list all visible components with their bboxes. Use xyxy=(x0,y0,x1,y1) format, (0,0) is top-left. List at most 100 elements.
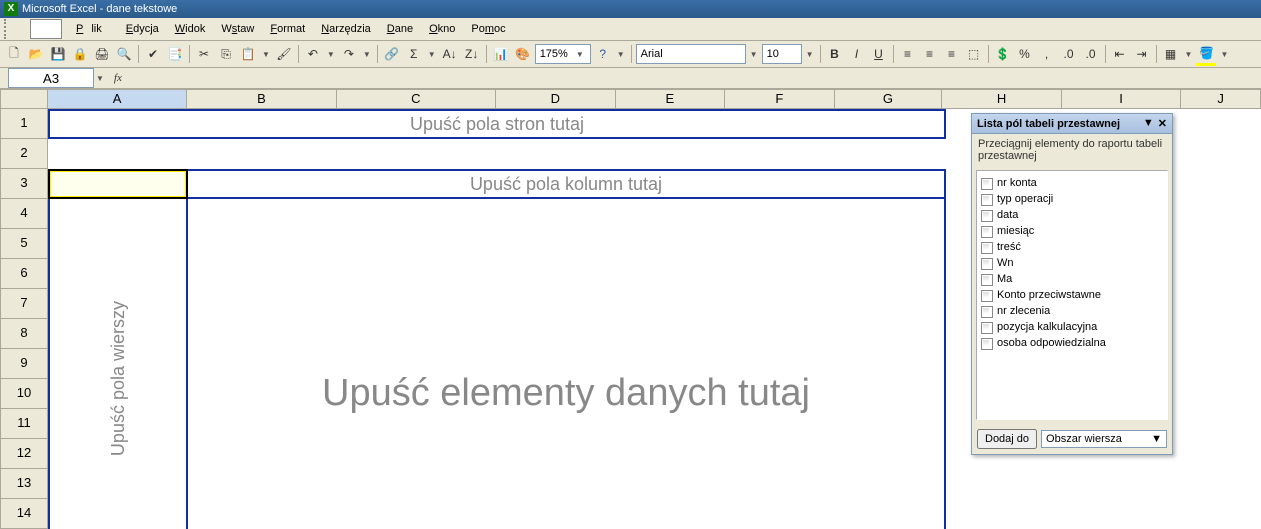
redo-icon[interactable]: ↷ xyxy=(339,44,359,64)
autosum-icon[interactable]: Σ xyxy=(404,44,424,64)
col-header-g[interactable]: G xyxy=(835,89,943,109)
sort-desc-icon[interactable]: Z↓ xyxy=(462,44,482,64)
field-item[interactable]: miesiąc xyxy=(981,223,1163,239)
hyperlink-icon[interactable]: 🔗 xyxy=(382,44,402,64)
col-header-i[interactable]: I xyxy=(1062,89,1182,109)
field-item[interactable]: Ma xyxy=(981,271,1163,287)
paste-icon[interactable]: 📋 xyxy=(238,44,258,64)
row-header-10[interactable]: 10 xyxy=(0,379,48,409)
field-item[interactable]: pozycja kalkulacyjna xyxy=(981,319,1163,335)
currency-icon[interactable]: 💲 xyxy=(993,44,1013,64)
underline-button[interactable]: U xyxy=(869,44,889,64)
preview-icon[interactable]: 🔍 xyxy=(114,44,134,64)
research-icon[interactable]: 📑 xyxy=(165,44,185,64)
col-header-f[interactable]: F xyxy=(725,89,835,109)
menu-edit[interactable]: Edycja xyxy=(118,21,167,37)
field-item[interactable]: osoba odpowiedzialna xyxy=(981,335,1163,351)
add-to-button[interactable]: Dodaj do xyxy=(977,429,1037,449)
dropdown-icon[interactable]: ▼ xyxy=(1143,117,1154,130)
row-header-13[interactable]: 13 xyxy=(0,469,48,499)
save-icon[interactable]: 💾 xyxy=(48,44,68,64)
field-item[interactable]: treść xyxy=(981,239,1163,255)
spell-icon[interactable]: ✔ xyxy=(143,44,163,64)
active-cell[interactable] xyxy=(48,169,188,199)
align-left-icon[interactable]: ≡ xyxy=(898,44,918,64)
row-header-11[interactable]: 11 xyxy=(0,409,48,439)
format-painter-icon[interactable]: 🖌 xyxy=(274,44,294,64)
menu-tools[interactable]: Narzędzia xyxy=(313,21,379,37)
area-select[interactable]: Obszar wiersza ▼ xyxy=(1041,430,1167,448)
drawing-icon[interactable]: 🎨 xyxy=(513,44,533,64)
pivot-data-dropzone[interactable]: Upuść elementy danych tutaj xyxy=(188,199,946,529)
inc-decimal-icon[interactable]: .0 xyxy=(1059,44,1079,64)
copy-icon[interactable]: ⎘ xyxy=(216,44,236,64)
col-header-j[interactable]: J xyxy=(1181,89,1261,109)
row-header-8[interactable]: 8 xyxy=(0,319,48,349)
dec-decimal-icon[interactable]: .0 xyxy=(1081,44,1101,64)
row-header-14[interactable]: 14 xyxy=(0,499,48,529)
menu-insert[interactable]: Wstaw xyxy=(213,21,262,37)
align-center-icon[interactable]: ≡ xyxy=(920,44,940,64)
name-box[interactable] xyxy=(8,68,94,88)
chevron-down-icon[interactable]: ▼ xyxy=(1151,433,1162,445)
menu-window[interactable]: Okno xyxy=(421,21,463,37)
italic-button[interactable]: I xyxy=(847,44,867,64)
comma-icon[interactable]: , xyxy=(1037,44,1057,64)
row-header-7[interactable]: 7 xyxy=(0,289,48,319)
fill-color-icon[interactable]: 🪣 xyxy=(1196,43,1216,66)
field-item[interactable]: data xyxy=(981,207,1163,223)
col-header-e[interactable]: E xyxy=(616,89,726,109)
sort-asc-icon[interactable]: A↓ xyxy=(440,44,460,64)
menu-help[interactable]: Pomoc xyxy=(463,21,513,37)
print-icon[interactable]: 🖨 xyxy=(92,44,112,64)
pivot-row-dropzone[interactable]: Upuść pola wierszy xyxy=(48,169,188,529)
col-header-d[interactable]: D xyxy=(496,89,616,109)
bold-button[interactable]: B xyxy=(825,44,845,64)
pivot-page-dropzone[interactable]: Upuść pola stron tutaj xyxy=(48,109,946,139)
row-header-9[interactable]: 9 xyxy=(0,349,48,379)
worksheet-grid[interactable]: A B C D E F G H I J 1234567891011121314 … xyxy=(0,89,1261,529)
close-icon[interactable]: ✕ xyxy=(1158,117,1167,130)
zoom-box[interactable]: 175%▼ xyxy=(535,44,591,64)
menu-handle[interactable] xyxy=(4,19,26,39)
field-item[interactable]: nr zlecenia xyxy=(981,303,1163,319)
font-box[interactable]: Arial xyxy=(636,44,746,64)
menu-file[interactable]: Plik xyxy=(68,21,118,37)
field-item[interactable]: nr konta xyxy=(981,175,1163,191)
percent-icon[interactable]: % xyxy=(1015,44,1035,64)
chart-icon[interactable]: 📊 xyxy=(491,44,511,64)
menu-view[interactable]: Widok xyxy=(167,21,214,37)
row-header-4[interactable]: 4 xyxy=(0,199,48,229)
open-icon[interactable]: 📂 xyxy=(26,44,46,64)
dec-indent-icon[interactable]: ⇤ xyxy=(1110,44,1130,64)
doc-control-icon[interactable] xyxy=(30,19,62,39)
permission-icon[interactable]: 🔒 xyxy=(70,44,90,64)
undo-icon[interactable]: ↶ xyxy=(303,44,323,64)
field-item[interactable]: Konto przeciwstawne xyxy=(981,287,1163,303)
row-header-5[interactable]: 5 xyxy=(0,229,48,259)
font-size-box[interactable]: 10 xyxy=(762,44,802,64)
row-header-3[interactable]: 3 xyxy=(0,169,48,199)
menu-format[interactable]: Format xyxy=(262,21,313,37)
help-icon[interactable]: ? xyxy=(593,44,613,64)
col-header-h[interactable]: H xyxy=(942,89,1062,109)
merge-icon[interactable]: ⬚ xyxy=(964,44,984,64)
cut-icon[interactable]: ✂ xyxy=(194,44,214,64)
field-item[interactable]: typ operacji xyxy=(981,191,1163,207)
row-header-1[interactable]: 1 xyxy=(0,109,48,139)
menu-data[interactable]: Dane xyxy=(379,21,421,37)
field-list-titlebar[interactable]: Lista pól tabeli przestawnej ▼ ✕ xyxy=(972,114,1172,134)
pivot-column-dropzone[interactable]: Upuść pola kolumn tutaj xyxy=(188,169,946,199)
row-header-6[interactable]: 6 xyxy=(0,259,48,289)
pivot-field-list[interactable]: Lista pól tabeli przestawnej ▼ ✕ Przecią… xyxy=(971,113,1173,455)
new-icon[interactable]: 🗋 xyxy=(4,44,24,64)
row-header-12[interactable]: 12 xyxy=(0,439,48,469)
select-all-corner[interactable] xyxy=(0,89,48,109)
align-right-icon[interactable]: ≡ xyxy=(942,44,962,64)
inc-indent-icon[interactable]: ⇥ xyxy=(1132,44,1152,64)
col-header-c[interactable]: C xyxy=(337,89,496,109)
row-header-2[interactable]: 2 xyxy=(0,139,48,169)
col-header-a[interactable]: A xyxy=(48,89,187,109)
col-header-b[interactable]: B xyxy=(187,89,336,109)
field-item[interactable]: Wn xyxy=(981,255,1163,271)
